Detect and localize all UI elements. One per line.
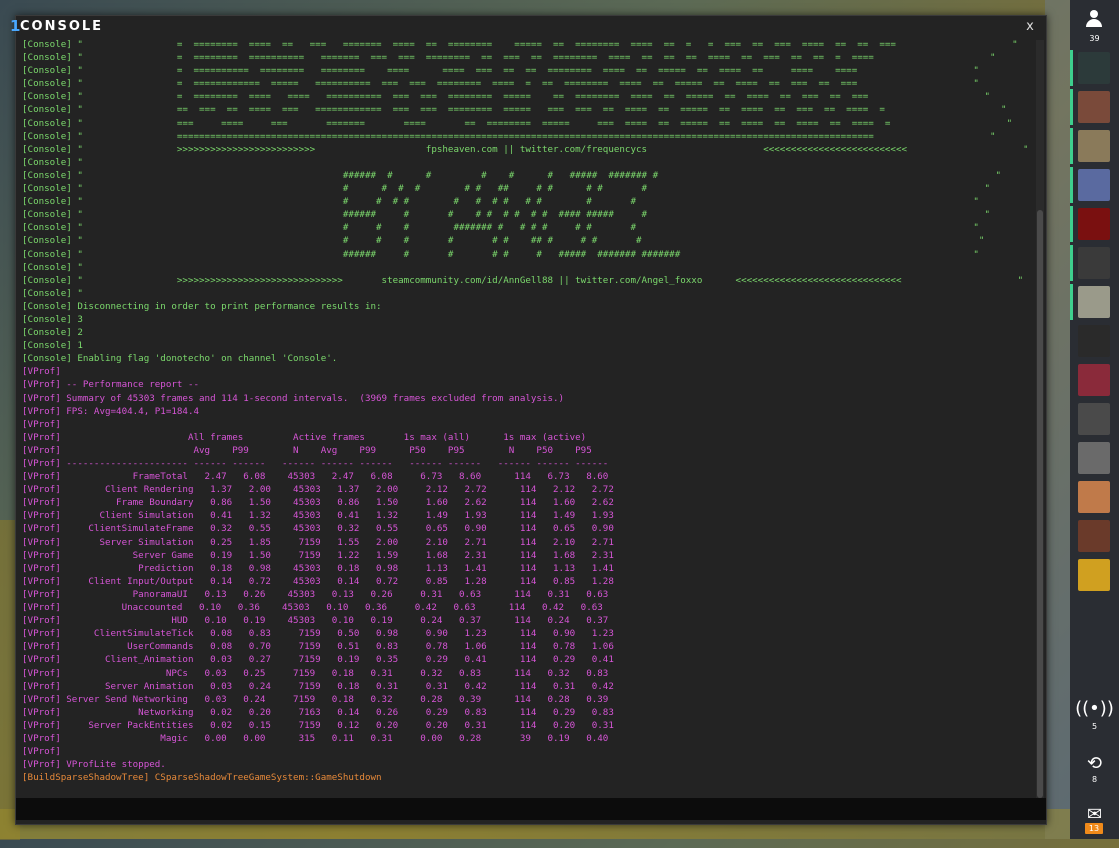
avatar-2[interactable] [1078, 91, 1110, 123]
console-title: CONSOLE [20, 19, 104, 34]
console-line: [VProf] HUD 0.10 0.19 45303 0.10 0.19 0.… [22, 615, 609, 627]
avatar-6[interactable] [1078, 247, 1110, 279]
avatar-1[interactable] [1078, 52, 1110, 84]
console-line: [VProf] [22, 418, 61, 430]
avatar-4[interactable] [1078, 169, 1110, 201]
console-line: [BuildSparseShadowTree] CSparseShadowTre… [22, 772, 382, 784]
online-indicator [1070, 206, 1073, 242]
console-line: [VProf] Server Game 0.19 1.50 7159 1.22 … [22, 549, 614, 561]
console-line: [Console] " ============================… [22, 130, 996, 142]
console-line: [VProf] Frame Boundary 0.86 1.50 45303 0… [22, 497, 614, 509]
console-line: [VProf] FrameTotal 2.47 6.08 45303 2.47 … [22, 471, 609, 483]
console-line: [Console] " === ==== === ======= ==== ==… [22, 117, 1013, 129]
console-line: [Console] " # # # # # # # # # # # # " [22, 196, 979, 208]
console-line: [VProf] -- Performance report -- [22, 379, 200, 391]
console-log: [Console] " = ======== ==== == === =====… [22, 38, 1027, 798]
console-line: [VProf] ---------------------- ------ --… [22, 458, 609, 469]
console-line: [VProf] ClientSimulateFrame 0.32 0.55 45… [22, 523, 614, 535]
online-indicator [1070, 50, 1073, 86]
console-line: [Console] " # # # # # # ## # # # # # " [22, 183, 990, 195]
console-line: [VProf] ClientSimulateTick 0.08 0.83 715… [22, 628, 614, 640]
broadcast-button[interactable]: ((•)) 5 [1070, 690, 1119, 740]
broadcast-count: 5 [1091, 722, 1098, 731]
console-line: [VProf] Prediction 0.18 0.98 45303 0.18 … [22, 562, 614, 574]
console-line: [Console] 2 [22, 327, 83, 339]
mail-icon: ✉ [1086, 804, 1103, 825]
console-input[interactable] [16, 798, 1046, 820]
avatar-7[interactable] [1078, 286, 1110, 318]
console-line: [Console] " ###### # # # # # ##### #####… [22, 169, 1002, 181]
online-indicator [1070, 167, 1073, 203]
console-line: [VProf] Client Input/Output 0.14 0.72 45… [22, 575, 614, 587]
console-line: [Console] " = ========== ======== ======… [22, 65, 979, 77]
console-scrollbar[interactable] [1036, 40, 1044, 798]
console-line: [VProf] UserCommands 0.08 0.70 7159 0.51… [22, 641, 614, 653]
console-line: [VProf] Server Send Networking 0.03 0.24… [22, 693, 609, 705]
online-indicator [1070, 284, 1073, 320]
console-line: [VProf] Unaccounted 0.10 0.36 45303 0.10… [22, 602, 603, 614]
person-icon [1086, 10, 1102, 28]
avatar-12[interactable] [1078, 481, 1110, 513]
console-window: 1 CONSOLE x [Console] " = ======== ==== … [10, 15, 1047, 825]
avatar-14[interactable] [1078, 559, 1110, 591]
console-line: [VProf] Networking 0.02 0.20 7163 0.14 0… [22, 706, 614, 718]
avatar-8[interactable] [1078, 325, 1110, 357]
close-button[interactable]: x [1022, 18, 1038, 36]
console-titlebar[interactable]: 1 CONSOLE x [10, 16, 1046, 38]
scrollbar-thumb[interactable] [1037, 210, 1043, 798]
console-line: [Console] " # # # ####### # # # # # # # … [22, 222, 979, 234]
console-line: [Console] " >>>>>>>>>>>>>>>>>>>>>>>>>>>>… [22, 274, 1024, 286]
console-line: [Console] " = ======== ==== == === =====… [22, 39, 1018, 50]
avatar-3[interactable] [1078, 130, 1110, 162]
console-line: [Console] Disconnecting in order to prin… [22, 300, 382, 312]
console-line: [Console] " == === == ==== === =========… [22, 104, 1007, 116]
mail-count-badge: 13 [1085, 823, 1103, 834]
online-indicator [1070, 89, 1073, 125]
console-line: [Console] " = ============ ===== =======… [22, 78, 979, 90]
console-line: [Console] " >>>>>>>>>>>>>>>>>>>>>>>>> fp… [22, 143, 1027, 155]
console-line: [VProf] Client_Animation 0.03 0.27 7159 … [22, 654, 614, 666]
console-line: [VProf] Magic 0.00 0.00 315 0.11 0.31 0.… [22, 732, 609, 744]
console-line: [VProf] NPCs 0.03 0.25 7159 0.18 0.31 0.… [22, 667, 609, 679]
console-line: [Console] Enabling flag 'donotecho' on c… [22, 353, 338, 365]
console-line: [Console] 1 [22, 340, 83, 352]
console-line: [VProf] Server Simulation 0.25 1.85 7159… [22, 536, 614, 548]
console-line: [VProf] All frames Active frames 1s max … [22, 431, 587, 443]
avatar-5[interactable] [1078, 208, 1110, 240]
console-line: [VProf] PanoramaUI 0.13 0.26 45303 0.13 … [22, 588, 609, 600]
console-line: [VProf] Summary of 45303 frames and 114 … [22, 392, 565, 404]
broadcast-icon: ((•)) [1075, 698, 1114, 719]
history-count: 8 [1091, 775, 1098, 784]
history-icon: ⟲ [1086, 753, 1103, 774]
console-line: [Console] " = ======== ========== ======… [22, 52, 996, 64]
history-button[interactable]: ⟲ 8 [1070, 745, 1119, 795]
console-line: [VProf] Server Animation 0.03 0.24 7159 … [22, 680, 614, 692]
console-line: [Console] " [22, 156, 83, 168]
avatar-11[interactable] [1078, 442, 1110, 474]
console-line: [Console] " # # # # # # ## # # # # " [22, 235, 985, 247]
online-indicator [1070, 245, 1073, 281]
console-line: [VProf] FPS: Avg=404.4, P1=184.4 [22, 405, 200, 417]
console-line: [VProf] [22, 746, 61, 758]
console-logo-icon: 1 [10, 17, 21, 35]
friends-count: 39 [1089, 34, 1100, 43]
console-line: [Console] 3 [22, 313, 83, 325]
console-line: [Console] " [22, 287, 83, 299]
console-line: [VProf] Avg P99 N Avg P99 P50 P95 N P50 … [22, 444, 592, 456]
console-line: [VProf] Client Simulation 0.41 1.32 4530… [22, 510, 614, 522]
console-line: [VProf] VProfLite stopped. [22, 759, 166, 771]
console-line: [Console] " ###### # # # # # ##### #####… [22, 248, 979, 260]
friends-button[interactable]: 39 [1070, 0, 1119, 48]
console-line: [Console] " = ======== ==== ==== =======… [22, 91, 990, 103]
console-line: [VProf] [22, 366, 61, 378]
avatar-13[interactable] [1078, 520, 1110, 552]
console-line: [Console] " [22, 261, 83, 273]
avatar-10[interactable] [1078, 403, 1110, 435]
console-line: [VProf] Client Rendering 1.37 2.00 45303… [22, 484, 614, 496]
console-line: [VProf] Server PackEntities 0.02 0.15 71… [22, 719, 614, 731]
friends-sidebar: 39 ((•)) 5 ⟲ 8 ✉ 13 [1070, 0, 1119, 839]
online-indicator [1070, 128, 1073, 164]
console-line: [Console] " ###### # # # # # # # # #### … [22, 209, 990, 221]
avatar-9[interactable] [1078, 364, 1110, 396]
